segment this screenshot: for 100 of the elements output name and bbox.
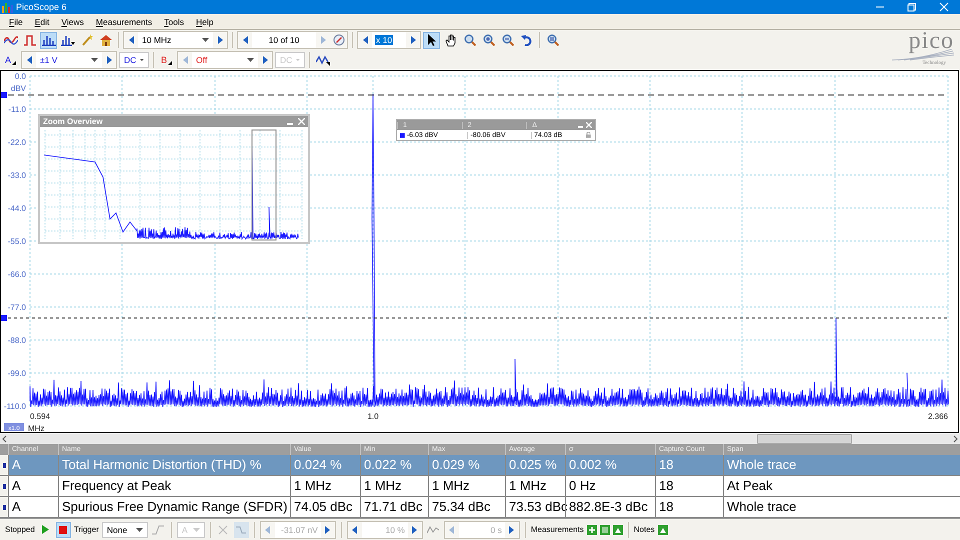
stop-icon bbox=[59, 526, 68, 534]
table-cell: 75.34 dBc bbox=[428, 497, 505, 517]
horizontal-scrollbar[interactable] bbox=[0, 433, 960, 444]
table-cell: Whole trace bbox=[723, 497, 960, 517]
menu-item[interactable]: Measurements bbox=[90, 16, 158, 26]
right-triangle-icon bbox=[262, 56, 268, 64]
window-title: PicoScope 6 bbox=[16, 2, 67, 12]
y-axis-label: -66.0 bbox=[8, 270, 26, 279]
table-cell: 0.002 % bbox=[565, 455, 655, 475]
table-cell: 74.05 dBc bbox=[290, 497, 360, 517]
menu-item[interactable]: Tools bbox=[159, 16, 189, 26]
ruler-handle[interactable] bbox=[1, 92, 7, 98]
table-row[interactable]: A Frequency at Peak 1 MHz 1 MHz 1 MHz 1 MHz 0 Hz 18 At Peak bbox=[0, 476, 960, 497]
corner-triangle-icon bbox=[12, 60, 16, 64]
samples-dropdown[interactable]: 10 MHz bbox=[138, 32, 213, 48]
corner-triangle-icon bbox=[168, 60, 172, 64]
y-axis-label: -22.0 bbox=[8, 138, 26, 147]
table-cell: Frequency at Peak bbox=[58, 476, 290, 496]
zoom-out-icon bbox=[502, 34, 514, 46]
waveform-icon bbox=[4, 34, 18, 46]
ruler-handle[interactable] bbox=[1, 315, 7, 321]
hand-icon bbox=[444, 34, 456, 46]
falling-edge-icon bbox=[236, 524, 246, 534]
add-measurement-button[interactable] bbox=[586, 524, 597, 534]
close-icon[interactable] bbox=[586, 122, 592, 128]
trace-swatch-icon bbox=[400, 132, 405, 138]
x-axis-label: 1.0 bbox=[367, 412, 379, 421]
left-triangle-icon bbox=[26, 56, 32, 64]
range-dropdown[interactable]: Off bbox=[192, 52, 258, 68]
menu-item[interactable]: File bbox=[4, 16, 28, 26]
undo-icon bbox=[520, 34, 532, 46]
bar-chart-icon bbox=[42, 34, 56, 46]
channel-button[interactable]: B bbox=[158, 52, 175, 68]
dropdown-arrow-icon bbox=[91, 58, 98, 62]
table-cell: 1 MHz bbox=[290, 476, 360, 496]
row-marker-icon bbox=[2, 462, 6, 468]
edit-measurement-button[interactable] bbox=[600, 524, 610, 534]
scroll-thumb[interactable] bbox=[757, 434, 852, 444]
dropdown-arrow-icon bbox=[202, 38, 209, 42]
table-cell: 0.025 % bbox=[505, 455, 565, 475]
dropdown-arrow-icon bbox=[247, 58, 254, 62]
remove-measurement-button[interactable] bbox=[612, 524, 623, 534]
notes-button[interactable] bbox=[658, 524, 668, 534]
table-cell: 71.71 dBc bbox=[360, 497, 428, 517]
menu-item[interactable]: Help bbox=[191, 16, 218, 26]
app-icon bbox=[2, 2, 13, 12]
range-dropdown[interactable]: ±1 V bbox=[36, 52, 102, 68]
square-wave-icon bbox=[22, 34, 36, 46]
right-triangle-icon bbox=[218, 36, 222, 44]
table-cell: A bbox=[8, 455, 58, 475]
menu-item[interactable]: Edit bbox=[30, 16, 54, 26]
table-cell: 0.029 % bbox=[428, 455, 505, 475]
unit-label: dBV bbox=[10, 84, 26, 93]
measurements-label: Measurements bbox=[530, 525, 584, 534]
y-axis-label: -33.0 bbox=[8, 171, 26, 180]
left-triangle-icon bbox=[182, 56, 188, 64]
list-icon bbox=[600, 524, 610, 534]
y-axis-label: -55.0 bbox=[8, 237, 26, 246]
table-cell: 18 bbox=[655, 455, 723, 475]
y-axis-label: -110.0 bbox=[4, 402, 26, 411]
table-cell: 18 bbox=[655, 476, 723, 496]
coupling-dropdown[interactable]: DC bbox=[119, 52, 149, 68]
stop-button[interactable] bbox=[56, 522, 71, 538]
y-axis-label: -77.0 bbox=[8, 303, 26, 312]
table-cell: At Peak bbox=[723, 476, 960, 496]
row-marker-icon bbox=[2, 484, 6, 488]
left-triangle-icon bbox=[128, 36, 134, 44]
magnifier-icon bbox=[464, 34, 476, 46]
table-row[interactable]: A Total Harmonic Distortion (THD) % 0.024 % 0.022 % 0.029 % 0.025 % 0.002 % 18 Whole trace bbox=[0, 455, 960, 476]
table-row[interactable]: A Spurious Free Dynamic Range (SFDR) 74.05 dBc 71.71 dBc 75.34 dBc 73.53 dBc882.8E-3 dBc 18 Whole trace bbox=[0, 497, 960, 518]
bar-chart-icon bbox=[60, 34, 74, 46]
pointer-icon bbox=[426, 34, 436, 46]
y-axis-label: -44.0 bbox=[8, 204, 26, 213]
table-cell: Total Harmonic Distortion (THD) % bbox=[58, 455, 290, 475]
table-cell: Whole trace bbox=[723, 455, 960, 475]
row-marker-icon bbox=[2, 504, 6, 510]
table-cell: 1 MHz bbox=[505, 476, 565, 496]
wand-icon bbox=[80, 34, 94, 46]
table-cell: 882.8E-3 dBc bbox=[565, 497, 655, 517]
waveform-icon bbox=[316, 54, 330, 66]
y-axis-label: -11.0 bbox=[8, 105, 26, 114]
chart-icon bbox=[658, 524, 668, 534]
table-cell: 1 MHz bbox=[428, 476, 505, 496]
table-cell: 0.024 % bbox=[290, 455, 360, 475]
x-axis-label: 2.366 bbox=[928, 412, 948, 421]
menu-item[interactable]: Views bbox=[56, 16, 89, 26]
panel-title: Zoom Overview bbox=[43, 117, 103, 126]
channel-button[interactable]: A bbox=[2, 52, 19, 68]
trigger-mode-dropdown[interactable]: None bbox=[102, 522, 148, 538]
dropdown-arrow-icon bbox=[296, 58, 300, 62]
table-cell: 0 Hz bbox=[565, 476, 655, 496]
tool-button[interactable] bbox=[423, 32, 440, 48]
right-triangle-icon bbox=[106, 56, 112, 64]
unit-label: MHz bbox=[28, 424, 44, 433]
zoom-in-icon bbox=[482, 34, 494, 46]
table-cell: 73.53 dBc bbox=[505, 497, 565, 517]
view-mode-button[interactable] bbox=[40, 32, 57, 48]
close-icon bbox=[939, 2, 949, 12]
dropdown-arrow-icon bbox=[136, 528, 143, 532]
close-icon[interactable] bbox=[298, 118, 305, 125]
